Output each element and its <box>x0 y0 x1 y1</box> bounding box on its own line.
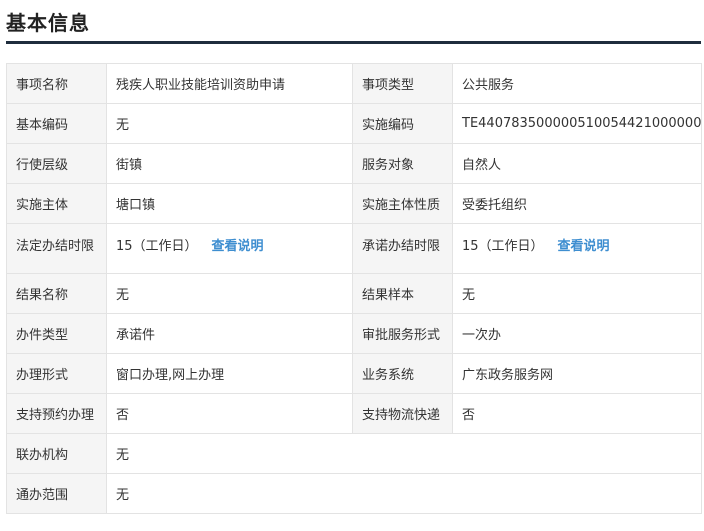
express-delivery-value: 否 <box>452 393 702 434</box>
basic-code-value: 无 <box>106 103 353 144</box>
basic-info-table: 事项名称 残疾人职业技能培训资助申请 事项类型 公共服务 基本编码 无 实施编码… <box>6 63 702 514</box>
joint-agency-label: 联办机构 <box>6 433 107 474</box>
item-type-label: 事项类型 <box>352 63 453 104</box>
joint-agency-value: 无 <box>106 433 702 474</box>
legal-deadline-cell: 15（工作日） 查看说明 <box>106 223 353 274</box>
business-system-label: 业务系统 <box>352 353 453 394</box>
table-row: 通办范围 无 <box>6 473 702 514</box>
section-title: 基本信息 <box>6 11 90 35</box>
exercise-level-label: 行使层级 <box>6 143 107 184</box>
business-system-value: 广东政务服务网 <box>452 353 702 394</box>
table-row: 办理形式 窗口办理,网上办理 业务系统 广东政务服务网 <box>6 353 702 394</box>
promised-deadline-label: 承诺办结时限 <box>352 223 453 274</box>
general-scope-label: 通办范围 <box>6 473 107 514</box>
legal-deadline-view-link[interactable]: 查看说明 <box>212 239 264 254</box>
case-type-value: 承诺件 <box>106 313 353 354</box>
legal-deadline-label: 法定办结时限 <box>6 223 107 274</box>
result-name-label: 结果名称 <box>6 273 107 314</box>
service-target-label: 服务对象 <box>352 143 453 184</box>
general-scope-value: 无 <box>106 473 702 514</box>
promised-deadline-value: 15（工作日） <box>462 239 544 254</box>
item-type-value: 公共服务 <box>452 63 702 104</box>
result-sample-value: 无 <box>452 273 702 314</box>
impl-subject-label: 实施主体 <box>6 183 107 224</box>
result-name-value: 无 <box>106 273 353 314</box>
promised-deadline-cell: 15（工作日） 查看说明 <box>452 223 702 274</box>
impl-subject-nature-value: 受委托组织 <box>452 183 702 224</box>
item-name-value: 残疾人职业技能培训资助申请 <box>106 63 353 104</box>
service-target-value: 自然人 <box>452 143 702 184</box>
table-row: 办件类型 承诺件 审批服务形式 一次办 <box>6 313 702 354</box>
table-row: 法定办结时限 15（工作日） 查看说明 承诺办结时限 15（工作日） 查看说明 <box>6 223 702 274</box>
promised-deadline-view-link[interactable]: 查看说明 <box>558 239 610 254</box>
reservation-label: 支持预约办理 <box>6 393 107 434</box>
result-sample-label: 结果样本 <box>352 273 453 314</box>
table-row: 结果名称 无 结果样本 无 <box>6 273 702 314</box>
table-row: 基本编码 无 实施编码 TE44078350000051005442100000… <box>6 103 702 144</box>
handling-form-label: 办理形式 <box>6 353 107 394</box>
impl-code-label: 实施编码 <box>352 103 453 144</box>
section-header: 基本信息 <box>6 4 701 44</box>
approval-form-value: 一次办 <box>452 313 702 354</box>
table-row: 支持预约办理 否 支持物流快递 否 <box>6 393 702 434</box>
item-name-label: 事项名称 <box>6 63 107 104</box>
reservation-value: 否 <box>106 393 353 434</box>
basic-code-label: 基本编码 <box>6 103 107 144</box>
impl-code-value: TE44078350000051005442100000060 <box>452 103 702 144</box>
handling-form-value: 窗口办理,网上办理 <box>106 353 353 394</box>
approval-form-label: 审批服务形式 <box>352 313 453 354</box>
table-row: 实施主体 塘口镇 实施主体性质 受委托组织 <box>6 183 702 224</box>
table-row: 联办机构 无 <box>6 433 702 474</box>
impl-subject-value: 塘口镇 <box>106 183 353 224</box>
legal-deadline-value: 15（工作日） <box>116 239 198 254</box>
exercise-level-value: 街镇 <box>106 143 353 184</box>
case-type-label: 办件类型 <box>6 313 107 354</box>
table-row: 行使层级 街镇 服务对象 自然人 <box>6 143 702 184</box>
impl-subject-nature-label: 实施主体性质 <box>352 183 453 224</box>
table-row: 事项名称 残疾人职业技能培训资助申请 事项类型 公共服务 <box>6 63 702 104</box>
express-delivery-label: 支持物流快递 <box>352 393 453 434</box>
